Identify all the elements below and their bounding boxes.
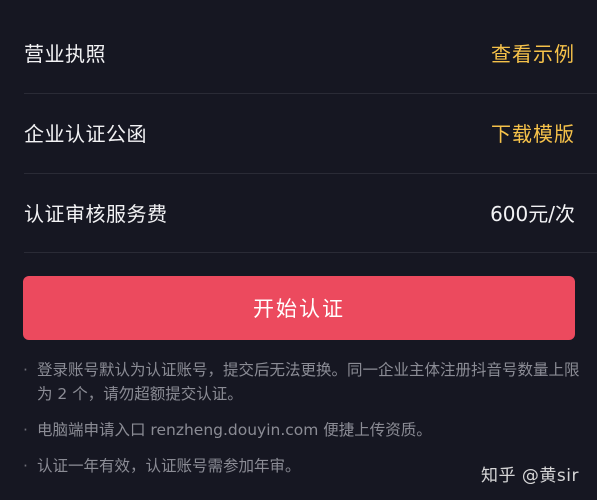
note-text: 电脑端申请入口 renzheng.douyin.com 便捷上传资质。 xyxy=(37,421,432,439)
note-text: 登录账号默认为认证账号，提交后无法更换。同一企业主体注册抖音号数量上限为 2 个… xyxy=(37,361,580,403)
service-fee-row: 认证审核服务费 600元/次 xyxy=(24,172,575,252)
zhihu-watermark: 知乎 @黄sir xyxy=(481,466,579,486)
enterprise-verification-page: 营业执照 查看示例 企业认证公函 下载模版 认证审核服务费 600元/次 开始认… xyxy=(0,0,597,500)
start-verification-button[interactable]: 开始认证 xyxy=(23,276,575,340)
download-template-link[interactable]: 下载模版 xyxy=(491,118,575,147)
enterprise-letter-row: 企业认证公函 下载模版 xyxy=(24,92,575,172)
enterprise-letter-label: 企业认证公函 xyxy=(24,121,147,146)
service-fee-label: 认证审核服务费 xyxy=(24,201,168,226)
note-bullet: · xyxy=(23,361,28,379)
business-license-row: 营业执照 查看示例 xyxy=(24,12,575,92)
business-license-label: 营业执照 xyxy=(24,41,106,66)
view-example-link[interactable]: 查看示例 xyxy=(491,38,575,67)
note-bullet: · xyxy=(23,421,28,439)
note-item: · 电脑端申请入口 renzheng.douyin.com 便捷上传资质。 xyxy=(23,418,583,442)
service-fee-value: 600元/次 xyxy=(490,201,575,226)
row-divider xyxy=(24,252,597,253)
note-item: · 登录账号默认为认证账号，提交后无法更换。同一企业主体注册抖音号数量上限为 2… xyxy=(23,358,583,406)
note-bullet: · xyxy=(23,457,28,475)
